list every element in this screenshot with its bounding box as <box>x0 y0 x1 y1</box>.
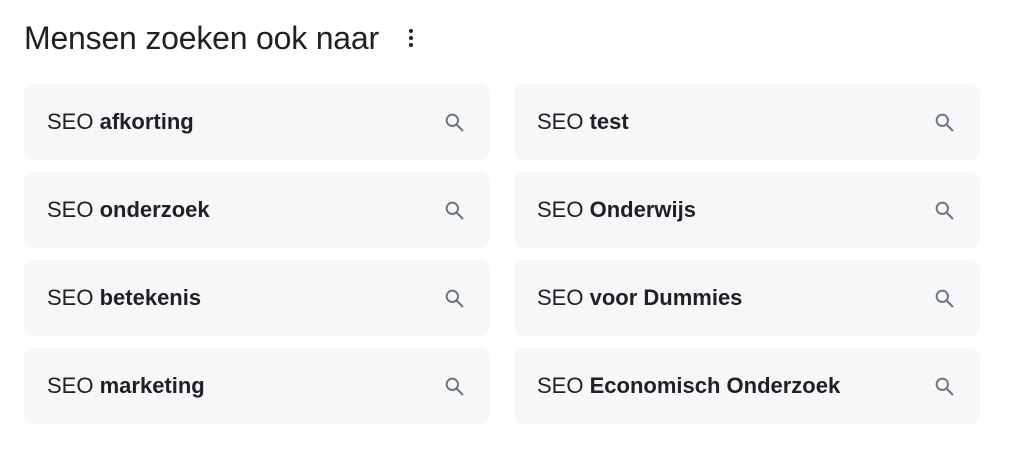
search-icon <box>932 110 956 134</box>
suggestion-chip[interactable]: SEO voor Dummies <box>514 260 980 336</box>
suggestion-chip[interactable]: SEO test <box>514 84 980 160</box>
suggestion-prefix: SEO <box>537 109 584 134</box>
suggestion-chip[interactable]: SEO marketing <box>24 348 490 424</box>
suggestion-prefix: SEO <box>47 373 94 398</box>
suggestion-text: SEO Economisch Onderzoek <box>537 373 840 399</box>
suggestion-term: marketing <box>99 373 205 398</box>
search-icon <box>442 110 466 134</box>
suggestion-text: SEO onderzoek <box>47 197 210 223</box>
suggestion-chip[interactable]: SEO betekenis <box>24 260 490 336</box>
search-icon <box>442 286 466 310</box>
search-icon <box>442 198 466 222</box>
suggestion-prefix: SEO <box>537 285 584 310</box>
more-options-button[interactable] <box>401 22 421 54</box>
suggestion-term: Economisch Onderzoek <box>589 373 841 398</box>
suggestion-text: SEO afkorting <box>47 109 194 135</box>
suggestion-prefix: SEO <box>537 373 584 398</box>
suggestion-chip[interactable]: SEO Onderwijs <box>514 172 980 248</box>
suggestion-prefix: SEO <box>47 109 94 134</box>
suggestion-term: voor Dummies <box>589 285 743 310</box>
suggestion-term: Onderwijs <box>589 197 696 222</box>
related-searches-header: Mensen zoeken ook naar <box>24 18 421 58</box>
suggestion-term: betekenis <box>99 285 202 310</box>
suggestion-prefix: SEO <box>537 197 584 222</box>
suggestion-prefix: SEO <box>47 285 94 310</box>
more-vert-icon <box>408 29 413 47</box>
suggestion-text: SEO Onderwijs <box>537 197 696 223</box>
suggestion-chip[interactable]: SEO onderzoek <box>24 172 490 248</box>
suggestion-term: test <box>589 109 629 134</box>
suggestion-text: SEO voor Dummies <box>537 285 742 311</box>
suggestion-grid: SEO afkorting SEO test SEO onderzoek SEO… <box>24 84 980 424</box>
suggestion-term: afkorting <box>99 109 194 134</box>
suggestion-chip[interactable]: SEO afkorting <box>24 84 490 160</box>
search-icon <box>442 374 466 398</box>
suggestion-text: SEO marketing <box>47 373 205 399</box>
suggestion-text: SEO betekenis <box>47 285 201 311</box>
section-title: Mensen zoeken ook naar <box>24 20 379 56</box>
suggestion-chip[interactable]: SEO Economisch Onderzoek <box>514 348 980 424</box>
suggestion-term: onderzoek <box>99 197 210 222</box>
search-icon <box>932 198 956 222</box>
suggestion-text: SEO test <box>537 109 629 135</box>
search-icon <box>932 286 956 310</box>
suggestion-prefix: SEO <box>47 197 94 222</box>
search-icon <box>932 374 956 398</box>
